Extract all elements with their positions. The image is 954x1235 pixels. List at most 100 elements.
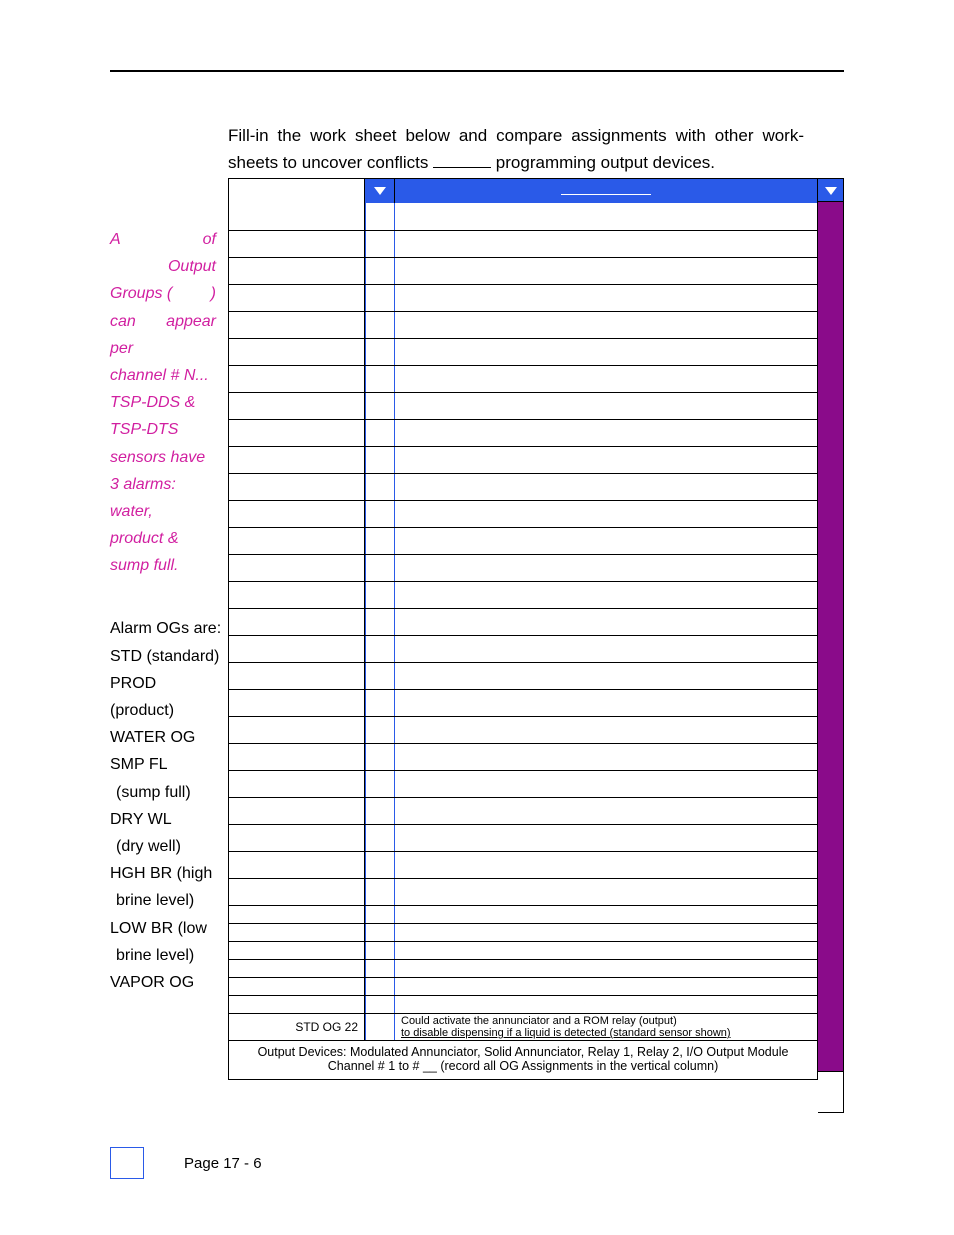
cell-label[interactable] xyxy=(229,501,365,527)
cell-device[interactable] xyxy=(395,825,818,851)
cell-device[interactable] xyxy=(395,528,818,554)
cell-label[interactable] xyxy=(229,771,365,797)
cell-label[interactable] xyxy=(229,231,365,257)
cell-label[interactable] xyxy=(229,906,365,923)
cell-device[interactable] xyxy=(395,393,818,419)
cell-label[interactable] xyxy=(229,744,365,770)
cell-device[interactable] xyxy=(395,582,818,608)
cell-device[interactable] xyxy=(395,285,818,311)
cell-og[interactable] xyxy=(365,717,395,743)
cell-label[interactable] xyxy=(229,528,365,554)
cell-og[interactable] xyxy=(365,942,395,959)
cell-device[interactable] xyxy=(395,663,818,689)
cell-device[interactable] xyxy=(395,996,818,1013)
cell-label[interactable] xyxy=(229,942,365,959)
cell-label[interactable] xyxy=(229,447,365,473)
cell-device[interactable] xyxy=(395,231,818,257)
cell-label[interactable] xyxy=(229,978,365,995)
cell-device[interactable] xyxy=(395,609,818,635)
cell-device[interactable] xyxy=(395,339,818,365)
cell-og[interactable] xyxy=(365,420,395,446)
cell-label[interactable] xyxy=(229,852,365,878)
cell-device[interactable] xyxy=(395,960,818,977)
cell-device[interactable] xyxy=(395,879,818,905)
cell-device[interactable] xyxy=(395,798,818,824)
cell-device[interactable] xyxy=(395,978,818,995)
cell-device[interactable] xyxy=(395,420,818,446)
cell-label[interactable] xyxy=(229,825,365,851)
table-row xyxy=(229,608,818,635)
cell-og[interactable] xyxy=(365,906,395,923)
cell-device[interactable] xyxy=(395,852,818,878)
cell-og[interactable] xyxy=(365,203,395,230)
cell-label[interactable] xyxy=(229,924,365,941)
cell-label[interactable] xyxy=(229,474,365,500)
cell-label[interactable] xyxy=(229,312,365,338)
cell-device[interactable] xyxy=(395,312,818,338)
cell-device[interactable] xyxy=(395,906,818,923)
cell-label[interactable] xyxy=(229,798,365,824)
cell-og[interactable] xyxy=(365,771,395,797)
cell-og[interactable] xyxy=(365,960,395,977)
cell-device[interactable] xyxy=(395,501,818,527)
cell-label[interactable] xyxy=(229,258,365,284)
cell-og[interactable] xyxy=(365,555,395,581)
cell-label[interactable] xyxy=(229,366,365,392)
cell-label[interactable] xyxy=(229,285,365,311)
cell-device[interactable] xyxy=(395,447,818,473)
cell-og[interactable] xyxy=(365,366,395,392)
cell-og[interactable] xyxy=(365,339,395,365)
cell-og[interactable] xyxy=(365,501,395,527)
cell-label[interactable] xyxy=(229,879,365,905)
cell-label[interactable] xyxy=(229,582,365,608)
cell-og[interactable] xyxy=(365,852,395,878)
cell-label[interactable] xyxy=(229,393,365,419)
cell-og[interactable] xyxy=(365,258,395,284)
example-c2[interactable] xyxy=(365,1014,395,1040)
cell-device[interactable] xyxy=(395,366,818,392)
cell-device[interactable] xyxy=(395,203,818,230)
cell-og[interactable] xyxy=(365,582,395,608)
chevron-down-icon xyxy=(374,187,386,195)
cell-label[interactable] xyxy=(229,960,365,977)
cell-og[interactable] xyxy=(365,285,395,311)
cell-label[interactable] xyxy=(229,555,365,581)
cell-og[interactable] xyxy=(365,798,395,824)
cell-og[interactable] xyxy=(365,825,395,851)
cell-og[interactable] xyxy=(365,996,395,1013)
cell-device[interactable] xyxy=(395,942,818,959)
cell-device[interactable] xyxy=(395,924,818,941)
cell-label[interactable] xyxy=(229,690,365,716)
cell-og[interactable] xyxy=(365,924,395,941)
cell-og[interactable] xyxy=(365,978,395,995)
cell-og[interactable] xyxy=(365,879,395,905)
cell-label[interactable] xyxy=(229,609,365,635)
cell-device[interactable] xyxy=(395,636,818,662)
cell-label[interactable] xyxy=(229,663,365,689)
cell-og[interactable] xyxy=(365,663,395,689)
cell-og[interactable] xyxy=(365,636,395,662)
cell-device[interactable] xyxy=(395,771,818,797)
cell-og[interactable] xyxy=(365,447,395,473)
cell-og[interactable] xyxy=(365,528,395,554)
cell-og[interactable] xyxy=(365,744,395,770)
cell-og[interactable] xyxy=(365,690,395,716)
cell-label[interactable] xyxy=(229,203,365,230)
cell-label[interactable] xyxy=(229,339,365,365)
table-row xyxy=(229,662,818,689)
cell-device[interactable] xyxy=(395,690,818,716)
cell-device[interactable] xyxy=(395,258,818,284)
cell-device[interactable] xyxy=(395,555,818,581)
cell-label[interactable] xyxy=(229,996,365,1013)
cell-label[interactable] xyxy=(229,717,365,743)
cell-og[interactable] xyxy=(365,393,395,419)
cell-og[interactable] xyxy=(365,474,395,500)
cell-og[interactable] xyxy=(365,231,395,257)
cell-label[interactable] xyxy=(229,636,365,662)
cell-device[interactable] xyxy=(395,474,818,500)
cell-device[interactable] xyxy=(395,717,818,743)
cell-device[interactable] xyxy=(395,744,818,770)
cell-og[interactable] xyxy=(365,609,395,635)
cell-og[interactable] xyxy=(365,312,395,338)
cell-label[interactable] xyxy=(229,420,365,446)
